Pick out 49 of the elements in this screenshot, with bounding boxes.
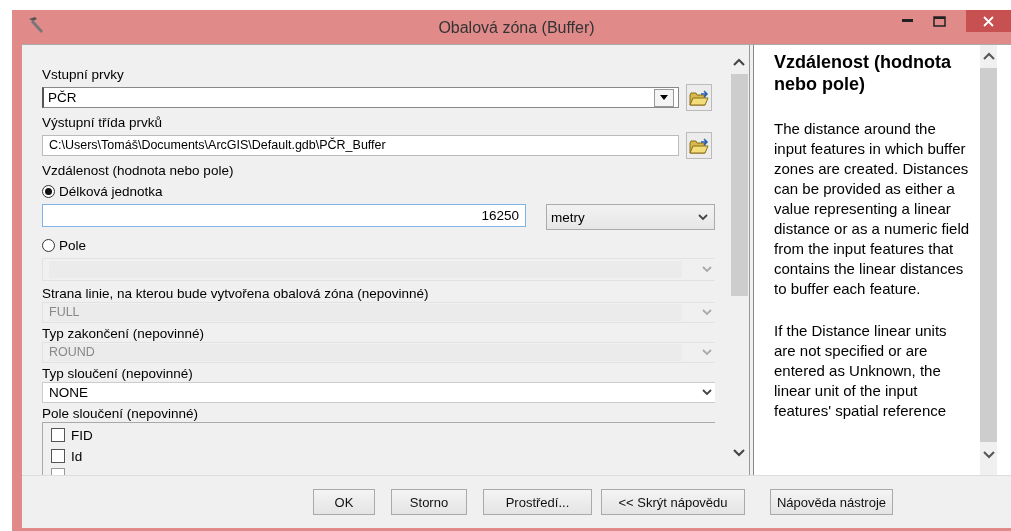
parameter-label: Výstupní třída prvků [42,115,164,131]
chevron-down-icon [702,309,712,316]
radio-indicator[interactable] [42,238,55,252]
ok-button[interactable]: OK [313,489,375,515]
hide-help-button[interactable]: << Skrýt nápovědu [601,489,745,515]
help-title: Vzdálenost (hodnota nebo pole) [774,51,952,95]
checkbox-box[interactable] [51,428,65,442]
minimize-icon[interactable] [902,19,913,23]
unit-dropdown[interactable]: metry [546,204,715,230]
chevron-down-icon [702,266,712,273]
radio-indicator[interactable] [42,184,55,198]
checkbox[interactable]: FID [51,426,93,444]
close-icon [983,15,994,27]
path-field[interactable]: C:\Users\Tomáš\Documents\ArcGIS\Default.gdb\PČR_Buffer [42,135,679,156]
browse-button[interactable] [686,132,712,159]
close-button[interactable] [966,10,1011,32]
parameter-label: Vstupní prvky [42,67,125,83]
chevron-down-icon [702,389,712,396]
folder-icon [689,136,709,155]
parameter-label: Typ sloučení (nepovinné) [42,366,194,382]
dropdown-arrow-icon[interactable] [660,95,668,100]
field-dropdown[interactable] [42,258,715,281]
chevron-down-icon [702,349,712,356]
help-paragraph: The distance around the input features in which buffer zones are created. Distances can be provided as either a value representing a linear distance or as a numeric field from the input features that contains the linear distances to buffer each feature. [774,119,971,299]
scroll-down-icon[interactable] [732,448,746,458]
dropdown[interactable]: NONE [42,382,715,403]
maximize-icon[interactable] [933,15,946,27]
browse-button[interactable] [686,84,712,111]
parameter-label: Strana linie, na kterou bude vytvořena obalová zóna (nepovinné) [42,286,430,302]
help-paragraph: If the Distance linear units are not specified or are entered as Unknown, the linear unit of the input features' spatial reference [774,321,948,421]
parameter-label: Typ zakončení (nepovinné) [42,326,206,342]
chevron-down-icon [698,213,708,221]
parameter-label: Vzdálenost (hodnota nebo pole) [42,163,234,179]
checkbox-box[interactable] [51,449,65,463]
window-title: Obalová zóna (Buffer) [438,18,595,37]
tool-help-button[interactable]: Nápověda nástroje [770,489,893,515]
scroll-up-icon[interactable] [732,57,746,67]
radio-button[interactable]: Pole [42,237,89,253]
folder-icon [689,88,709,107]
distance-field[interactable]: 16250 [42,204,526,227]
checkbox[interactable]: Id [51,447,83,465]
scrollbar[interactable] [980,45,997,475]
radio-button[interactable]: Délková jednotka [42,183,165,199]
cancel-button[interactable]: Storno [391,489,467,515]
scroll-up-icon[interactable] [981,51,996,61]
input-combo-box[interactable]: PČR [42,87,679,108]
scroll-down-icon[interactable] [981,450,996,460]
parameter-label: Pole sloučení (nepovinné) [42,406,200,422]
environments-button[interactable]: Prostředí... [483,489,592,515]
